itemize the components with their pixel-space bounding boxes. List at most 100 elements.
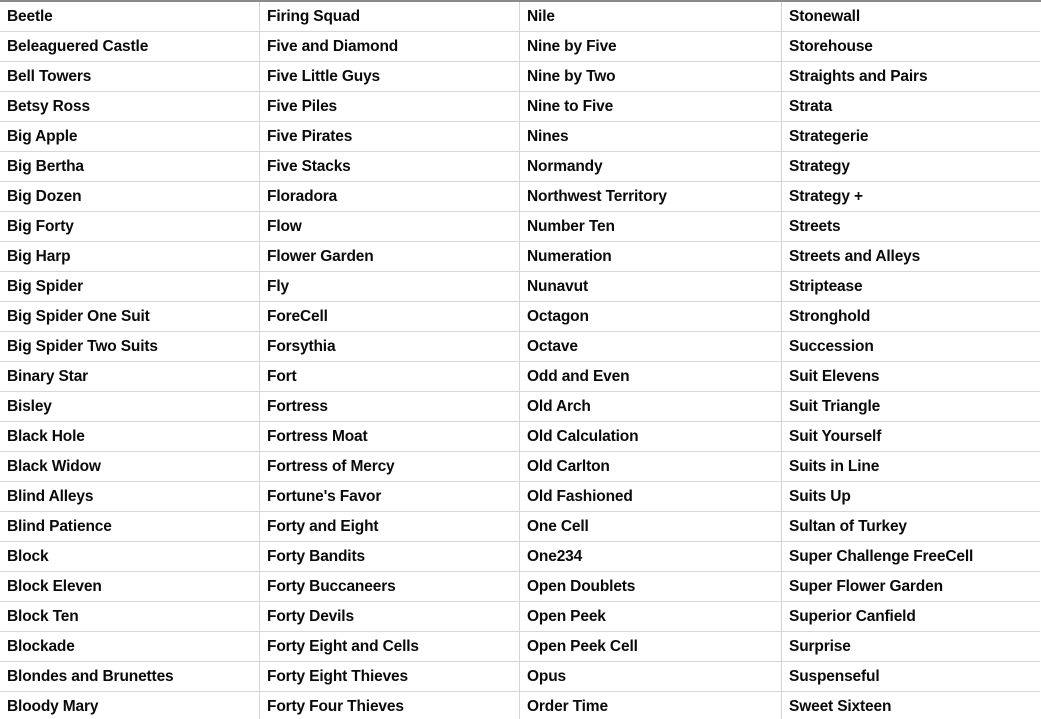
table-cell[interactable]: Strategy [782,152,1040,182]
table-cell[interactable]: Big Forty [0,212,259,242]
table-cell[interactable]: Big Spider Two Suits [0,332,259,362]
table-cell[interactable]: Fly [260,272,519,302]
table-cell[interactable]: Forty and Eight [260,512,519,542]
table-cell[interactable]: Five Stacks [260,152,519,182]
table-cell[interactable]: Order Time [520,692,781,719]
table-cell[interactable]: Forty Bandits [260,542,519,572]
table-cell[interactable]: Striptease [782,272,1040,302]
table-cell[interactable]: Forty Eight and Cells [260,632,519,662]
table-cell[interactable]: Suits in Line [782,452,1040,482]
table-cell[interactable]: Big Apple [0,122,259,152]
table-cell[interactable]: Numeration [520,242,781,272]
table-cell[interactable]: Five and Diamond [260,32,519,62]
table-cell[interactable]: Fortune's Favor [260,482,519,512]
table-cell[interactable]: Normandy [520,152,781,182]
table-cell[interactable]: Stonewall [782,2,1040,32]
table-cell[interactable]: Blondes and Brunettes [0,662,259,692]
table-cell[interactable]: Big Spider [0,272,259,302]
table-cell[interactable]: Strategerie [782,122,1040,152]
table-cell[interactable]: Suit Triangle [782,392,1040,422]
table-cell[interactable]: Open Peek Cell [520,632,781,662]
table-cell[interactable]: Big Spider One Suit [0,302,259,332]
table-cell[interactable]: Strata [782,92,1040,122]
table-cell[interactable]: Block Eleven [0,572,259,602]
table-cell[interactable]: Five Piles [260,92,519,122]
table-cell[interactable]: Streets [782,212,1040,242]
table-cell[interactable]: Succession [782,332,1040,362]
table-cell[interactable]: Black Widow [0,452,259,482]
table-cell[interactable]: One234 [520,542,781,572]
table-cell[interactable]: Five Little Guys [260,62,519,92]
table-cell[interactable]: Sweet Sixteen [782,692,1040,719]
table-cell[interactable]: Strategy + [782,182,1040,212]
table-cell[interactable]: Opus [520,662,781,692]
table-cell[interactable]: Binary Star [0,362,259,392]
table-cell[interactable]: Forty Four Thieves [260,692,519,719]
table-cell[interactable]: Octave [520,332,781,362]
table-cell[interactable]: Nine to Five [520,92,781,122]
table-cell[interactable]: Stronghold [782,302,1040,332]
table-cell[interactable]: Floradora [260,182,519,212]
table-cell[interactable]: Northwest Territory [520,182,781,212]
table-cell[interactable]: Forsythia [260,332,519,362]
table-cell[interactable]: Fortress of Mercy [260,452,519,482]
table-cell[interactable]: Number Ten [520,212,781,242]
table-cell[interactable]: Nile [520,2,781,32]
table-cell[interactable]: Fortress Moat [260,422,519,452]
table-column-2: Nile Nine by Five Nine by Two Nine to Five N… [519,2,781,719]
table-cell[interactable]: Suit Elevens [782,362,1040,392]
table-cell[interactable]: Super Flower Garden [782,572,1040,602]
table-cell[interactable]: Suspenseful [782,662,1040,692]
table-cell[interactable]: Bell Towers [0,62,259,92]
table-cell[interactable]: Five Pirates [260,122,519,152]
table-cell[interactable]: Beetle [0,2,259,32]
table-cell[interactable]: Flow [260,212,519,242]
table-cell[interactable]: Old Fashioned [520,482,781,512]
table-column-0: Beetle Beleaguered Castle Bell Towers Betsy… [0,2,259,719]
table-cell[interactable]: Suits Up [782,482,1040,512]
table-cell[interactable]: Bisley [0,392,259,422]
table-cell[interactable]: One Cell [520,512,781,542]
table-cell[interactable]: Open Doublets [520,572,781,602]
table-cell[interactable]: Blind Alleys [0,482,259,512]
table-cell[interactable]: Big Dozen [0,182,259,212]
table-cell[interactable]: Sultan of Turkey [782,512,1040,542]
table-cell[interactable]: Fortress [260,392,519,422]
table-cell[interactable]: Forty Devils [260,602,519,632]
table-cell[interactable]: Nines [520,122,781,152]
table-cell[interactable]: Old Carlton [520,452,781,482]
table-grid: Beetle Beleaguered Castle Bell Towers Betsy… [0,2,1041,719]
table-cell[interactable]: Nine by Two [520,62,781,92]
table-cell[interactable]: Nine by Five [520,32,781,62]
table-cell[interactable]: Block Ten [0,602,259,632]
table-cell[interactable]: Big Bertha [0,152,259,182]
table-cell[interactable]: Bloody Mary [0,692,259,719]
table-cell[interactable]: Super Challenge FreeCell [782,542,1040,572]
table-cell[interactable]: Big Harp [0,242,259,272]
table-cell[interactable]: Open Peek [520,602,781,632]
table-column-1: Firing Squad Five and Diamond Five Little … [259,2,519,719]
table-cell[interactable]: Blind Patience [0,512,259,542]
table-cell[interactable]: Streets and Alleys [782,242,1040,272]
table-cell[interactable]: Nunavut [520,272,781,302]
table-cell[interactable]: Beleaguered Castle [0,32,259,62]
table-cell[interactable]: Betsy Ross [0,92,259,122]
table-cell[interactable]: Surprise [782,632,1040,662]
table-cell[interactable]: Forty Eight Thieves [260,662,519,692]
table-cell[interactable]: Straights and Pairs [782,62,1040,92]
table-cell[interactable]: Black Hole [0,422,259,452]
table-cell[interactable]: Superior Canfield [782,602,1040,632]
table-cell[interactable]: Firing Squad [260,2,519,32]
table-cell[interactable]: Old Arch [520,392,781,422]
table-cell[interactable]: Forty Buccaneers [260,572,519,602]
table-cell[interactable]: Block [0,542,259,572]
table-cell[interactable]: Octagon [520,302,781,332]
table-cell[interactable]: Flower Garden [260,242,519,272]
table-cell[interactable]: Old Calculation [520,422,781,452]
table-cell[interactable]: Blockade [0,632,259,662]
table-cell[interactable]: ForeCell [260,302,519,332]
table-cell[interactable]: Odd and Even [520,362,781,392]
table-cell[interactable]: Storehouse [782,32,1040,62]
table-cell[interactable]: Suit Yourself [782,422,1040,452]
table-cell[interactable]: Fort [260,362,519,392]
